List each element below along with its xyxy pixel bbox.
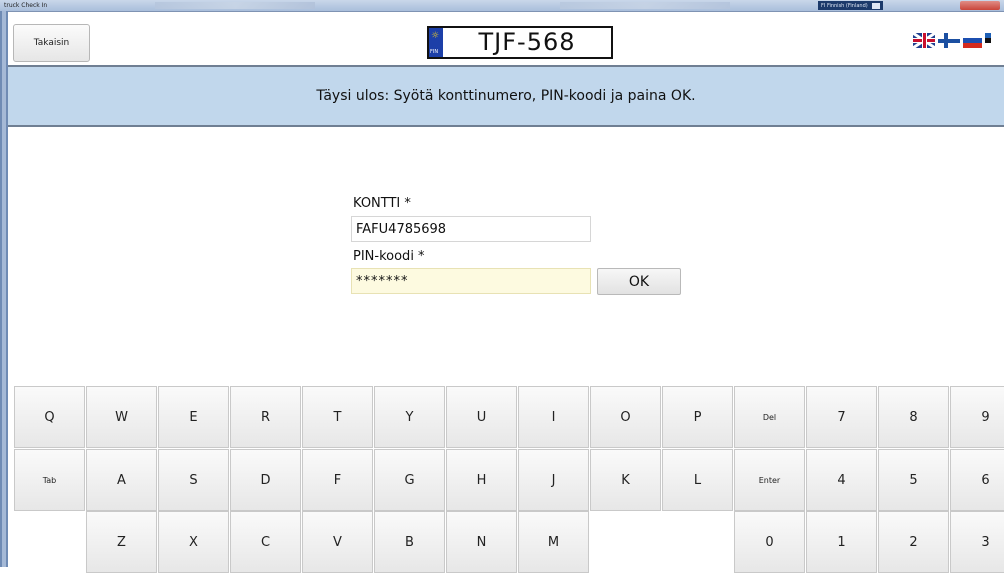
key-delete[interactable]: Del — [734, 386, 805, 448]
key-9[interactable]: 9 — [950, 386, 1004, 448]
key-q[interactable]: Q — [14, 386, 85, 448]
key-h[interactable]: H — [446, 449, 517, 511]
key-v[interactable]: V — [302, 511, 373, 573]
close-window-button[interactable] — [960, 1, 1000, 10]
key-i[interactable]: I — [518, 386, 589, 448]
key-n[interactable]: N — [446, 511, 517, 573]
eu-stars-icon: ☼ — [431, 31, 440, 41]
key-m[interactable]: M — [518, 511, 589, 573]
ok-button[interactable]: OK — [597, 268, 681, 295]
key-5[interactable]: 5 — [878, 449, 949, 511]
key-2[interactable]: 2 — [878, 511, 949, 573]
back-button[interactable]: Takaisin — [13, 24, 90, 62]
key-y[interactable]: Y — [374, 386, 445, 448]
key-l[interactable]: L — [662, 449, 733, 511]
window-title: truck Check In — [4, 2, 48, 9]
finland-flag-icon[interactable] — [938, 33, 960, 48]
window-left-border — [0, 11, 8, 567]
key-s[interactable]: S — [158, 449, 229, 511]
key-x[interactable]: X — [158, 511, 229, 573]
key-d[interactable]: D — [230, 449, 301, 511]
key-1[interactable]: 1 — [806, 511, 877, 573]
eu-plate-band: ☼ FIN — [429, 28, 443, 57]
key-t[interactable]: T — [302, 386, 373, 448]
keyboard-icon — [871, 2, 880, 9]
titlebar-toolbar — [155, 2, 315, 9]
key-a[interactable]: A — [86, 449, 157, 511]
key-c[interactable]: C — [230, 511, 301, 573]
key-enter[interactable]: Enter — [734, 449, 805, 511]
window-titlebar: truck Check In FI Finnish (Finland) — [0, 0, 1004, 12]
key-u[interactable]: U — [446, 386, 517, 448]
key-r[interactable]: R — [230, 386, 301, 448]
key-e[interactable]: E — [158, 386, 229, 448]
key-p[interactable]: P — [662, 386, 733, 448]
language-indicator[interactable]: FI Finnish (Finland) — [821, 3, 868, 9]
on-screen-keyboard: Q W E R T Y U I O P Del 7 8 9 Tab A S D … — [8, 380, 1004, 573]
container-label: KONTTI * — [353, 196, 411, 211]
language-bar[interactable]: FI Finnish (Finland) — [818, 1, 883, 10]
plate-number: TJF-568 — [478, 28, 576, 56]
instruction-banner: Täysi ulos: Syötä konttinumero, PIN-kood… — [8, 65, 1004, 127]
estonia-flag-icon[interactable] — [985, 33, 991, 48]
key-g[interactable]: G — [374, 449, 445, 511]
key-b[interactable]: B — [374, 511, 445, 573]
pin-code-input[interactable] — [351, 268, 591, 294]
container-number-input[interactable] — [351, 216, 591, 242]
uk-flag-icon[interactable] — [913, 33, 935, 48]
pin-label: PIN-koodi * — [353, 249, 425, 264]
key-0[interactable]: 0 — [734, 511, 805, 573]
key-z[interactable]: Z — [86, 511, 157, 573]
plate-country-code: FIN — [430, 49, 439, 55]
key-k[interactable]: K — [590, 449, 661, 511]
key-f[interactable]: F — [302, 449, 373, 511]
key-7[interactable]: 7 — [806, 386, 877, 448]
titlebar-toolbar-right — [560, 2, 730, 9]
key-4[interactable]: 4 — [806, 449, 877, 511]
license-plate: ☼ FIN TJF-568 — [427, 26, 613, 59]
key-6[interactable]: 6 — [950, 449, 1004, 511]
russia-flag-icon[interactable] — [963, 33, 982, 48]
key-tab[interactable]: Tab — [14, 449, 85, 511]
key-3[interactable]: 3 — [950, 511, 1004, 573]
key-w[interactable]: W — [86, 386, 157, 448]
language-flags — [913, 33, 991, 49]
key-o[interactable]: O — [590, 386, 661, 448]
key-8[interactable]: 8 — [878, 386, 949, 448]
key-j[interactable]: J — [518, 449, 589, 511]
